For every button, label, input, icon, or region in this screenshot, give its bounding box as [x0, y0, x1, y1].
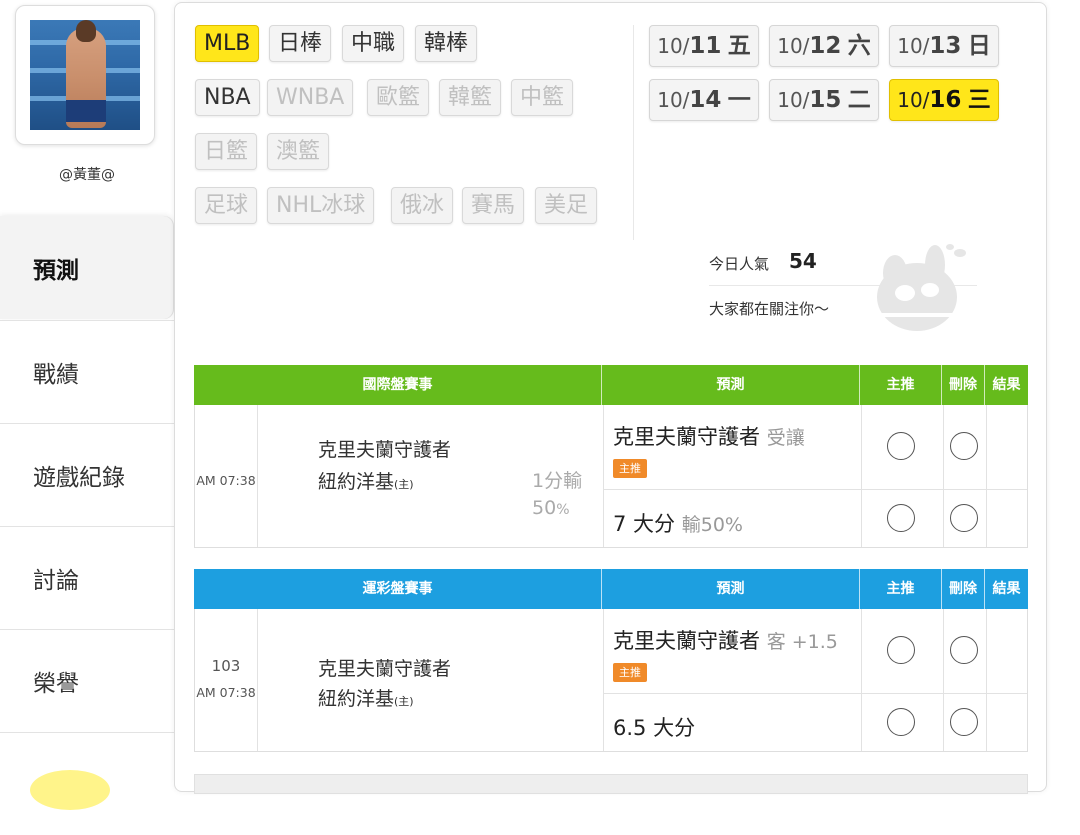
cat-soccer[interactable]: 足球: [195, 187, 258, 224]
col-result: 結果: [992, 377, 1021, 393]
main-pick-radio[interactable]: [887, 432, 915, 460]
avatar-frame[interactable]: [15, 5, 155, 145]
table-header: 國際盤賽事 預測 主推 刪除 結果: [194, 365, 1028, 405]
cat-khl[interactable]: 俄冰: [391, 187, 454, 224]
username: @黃董@: [59, 167, 115, 183]
prediction-pick[interactable]: 克里夫蘭守護者 客 +1.5: [613, 625, 838, 655]
cat-npb[interactable]: 日棒: [269, 25, 332, 62]
date-button[interactable]: 10/12 六: [769, 25, 879, 67]
nav-label: 戰績: [33, 362, 79, 388]
col-delete: 刪除: [942, 569, 985, 609]
cat-horse-racing[interactable]: 賽馬: [462, 187, 525, 224]
cat-nfl[interactable]: 美足: [535, 187, 598, 224]
game-time: AM 07:38: [196, 685, 256, 700]
date-button-selected[interactable]: 10/16 三: [889, 79, 999, 121]
odds-line: 1分輸 50%: [532, 470, 583, 519]
popularity-value: 54: [789, 249, 817, 273]
cat-japan-basketball[interactable]: 日籃: [195, 133, 258, 170]
prediction-pick[interactable]: 克里夫蘭守護者 受讓: [613, 421, 805, 451]
delete-radio[interactable]: [950, 636, 978, 664]
cat-euro-basketball[interactable]: 歐籃: [367, 79, 430, 116]
date-button[interactable]: 10/11 五: [649, 25, 759, 67]
nav-label: 討論: [33, 568, 79, 594]
cat-china-basketball[interactable]: 中籃: [511, 79, 574, 116]
cat-kbo[interactable]: 韓棒: [415, 25, 478, 62]
team-home: 紐約洋基(主): [318, 688, 414, 710]
main-pick-radio[interactable]: [887, 636, 915, 664]
popularity-label: 今日人氣: [709, 255, 770, 273]
nav-label: 遊戲紀錄: [33, 465, 125, 491]
col-main: 主推: [860, 365, 942, 405]
col-delete: 刪除: [942, 365, 985, 405]
delete-radio[interactable]: [950, 708, 978, 736]
col-main: 主推: [860, 569, 942, 609]
table-header: 運彩盤賽事 預測 主推 刪除 結果: [194, 569, 1028, 609]
divider: [633, 25, 634, 240]
date-button[interactable]: 10/15 二: [769, 79, 879, 121]
team-away: 克里夫蘭守護者: [318, 439, 452, 461]
cat-aus-basketball[interactable]: 澳籃: [267, 133, 330, 170]
table-row: AM 07:38 克里夫蘭守護者 紐約洋基(主) 1分輸 50% 克里夫蘭守護者 …: [194, 405, 1028, 548]
prediction-pick[interactable]: 7 大分 輸50%: [613, 508, 743, 538]
main-pick-radio[interactable]: [887, 708, 915, 736]
nav-label: 預測: [33, 257, 79, 284]
nav-honor[interactable]: 榮譽: [0, 629, 174, 732]
date-button[interactable]: 10/14 一: [649, 79, 759, 121]
col-result: 結果: [992, 581, 1021, 597]
game-number: 103: [211, 657, 241, 675]
sidebar: @黃董@ 預測 戰績 遊戲紀錄 討論 榮譽: [0, 0, 174, 835]
col-predict: 預測: [602, 569, 860, 609]
nav-game-log[interactable]: 遊戲紀錄: [0, 423, 174, 526]
team-away: 克里夫蘭守護者: [318, 658, 452, 680]
next-table-header: [194, 774, 1028, 794]
cat-wnba[interactable]: WNBA: [267, 79, 354, 116]
cat-mlb[interactable]: MLB: [195, 25, 260, 62]
popularity-message: 大家都在關注你～: [709, 300, 830, 318]
cat-cpbl[interactable]: 中職: [342, 25, 405, 62]
main-pick-radio[interactable]: [887, 504, 915, 532]
col-event: 國際盤賽事: [194, 365, 602, 405]
avatar: [30, 20, 140, 130]
team-home: 紐約洋基(主): [318, 471, 414, 493]
nav-record[interactable]: 戰績: [0, 320, 174, 423]
nav-discussion[interactable]: 討論: [0, 526, 174, 629]
cat-korea-basketball[interactable]: 韓籃: [439, 79, 502, 116]
cat-nba[interactable]: NBA: [195, 79, 260, 116]
badge-icon: [30, 770, 110, 810]
table-row: 103 AM 07:38 克里夫蘭守護者 紐約洋基(主) 克里夫蘭守護者 客 +…: [194, 609, 1028, 752]
prediction-pick[interactable]: 6.5 大分: [613, 712, 695, 742]
main-panel: MLB 日棒 中職 韓棒 NBA WNBA 歐籃 韓籃 中籃 日籃 澳籃 足球 …: [174, 2, 1047, 794]
delete-radio[interactable]: [950, 432, 978, 460]
nav-label: 榮譽: [33, 671, 79, 697]
delete-radio[interactable]: [950, 504, 978, 532]
mascot-icon: [865, 244, 966, 331]
col-event: 運彩盤賽事: [194, 569, 602, 609]
main-pick-tag: 主推: [613, 459, 647, 478]
date-button[interactable]: 10/13 日: [889, 25, 999, 67]
nav-predict[interactable]: 預測: [0, 216, 174, 319]
main-pick-tag: 主推: [613, 663, 647, 682]
col-predict: 預測: [602, 365, 860, 405]
game-time: AM 07:38: [196, 473, 256, 488]
cat-nhl[interactable]: NHL冰球: [267, 187, 375, 224]
